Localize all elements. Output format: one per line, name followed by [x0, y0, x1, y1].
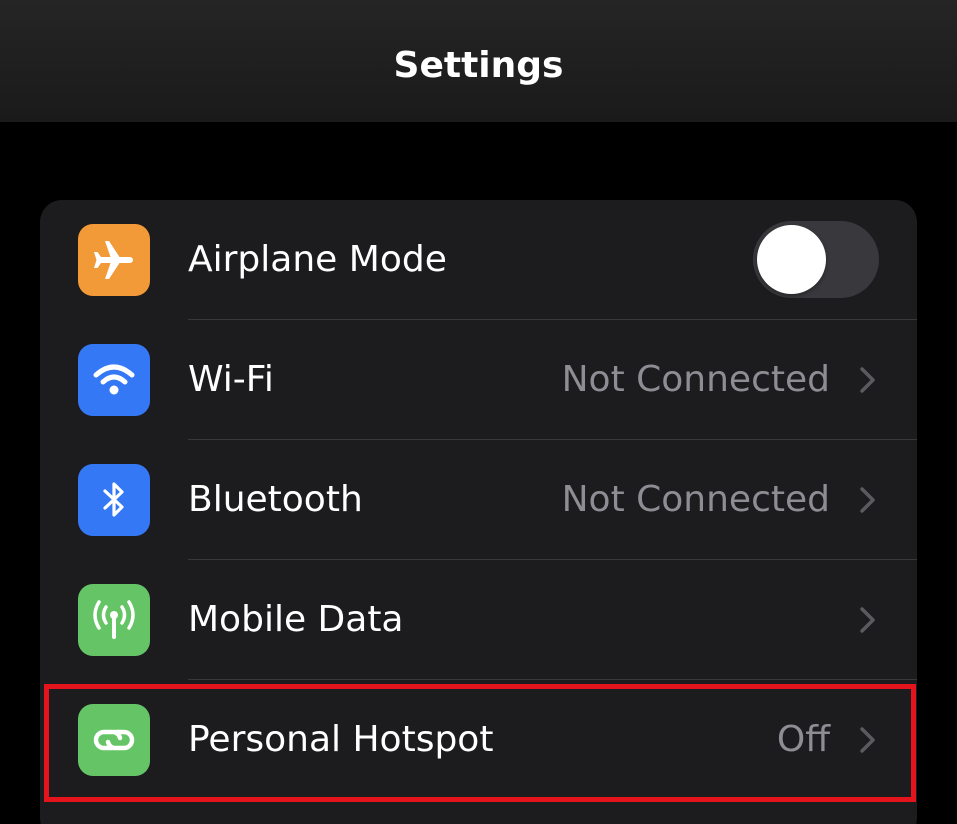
bluetooth-row[interactable]: Bluetooth Not Connected [40, 440, 917, 560]
navigation-bar: Settings [0, 0, 957, 122]
antenna-icon [78, 584, 150, 656]
chevron-right-icon [860, 607, 875, 633]
mobile-data-row[interactable]: Mobile Data [40, 560, 917, 680]
bluetooth-label: Bluetooth [188, 479, 363, 520]
airplane-mode-label: Airplane Mode [188, 239, 447, 280]
hotspot-link-icon [78, 704, 150, 776]
bluetooth-status: Not Connected [561, 479, 830, 520]
settings-group: Airplane Mode Wi-Fi Not Connected Blueto… [40, 200, 917, 824]
airplane-mode-toggle[interactable] [753, 221, 879, 298]
mobile-data-label: Mobile Data [188, 599, 404, 640]
wifi-row[interactable]: Wi-Fi Not Connected [40, 320, 917, 440]
wifi-label: Wi-Fi [188, 359, 274, 400]
wifi-status: Not Connected [561, 359, 830, 400]
page-title: Settings [393, 45, 564, 86]
bluetooth-icon [78, 464, 150, 536]
personal-hotspot-status: Off [776, 719, 830, 760]
chevron-right-icon [860, 487, 875, 513]
chevron-right-icon [860, 367, 875, 393]
toggle-knob [757, 225, 826, 294]
personal-hotspot-label: Personal Hotspot [188, 719, 494, 760]
airplane-icon [78, 224, 150, 296]
settings-screen: Settings Airplane Mode Wi-Fi Not Connect… [0, 0, 957, 824]
airplane-mode-row[interactable]: Airplane Mode [40, 200, 917, 320]
personal-hotspot-row[interactable]: Personal Hotspot Off [40, 680, 917, 800]
wifi-icon [78, 344, 150, 416]
chevron-right-icon [860, 727, 875, 753]
